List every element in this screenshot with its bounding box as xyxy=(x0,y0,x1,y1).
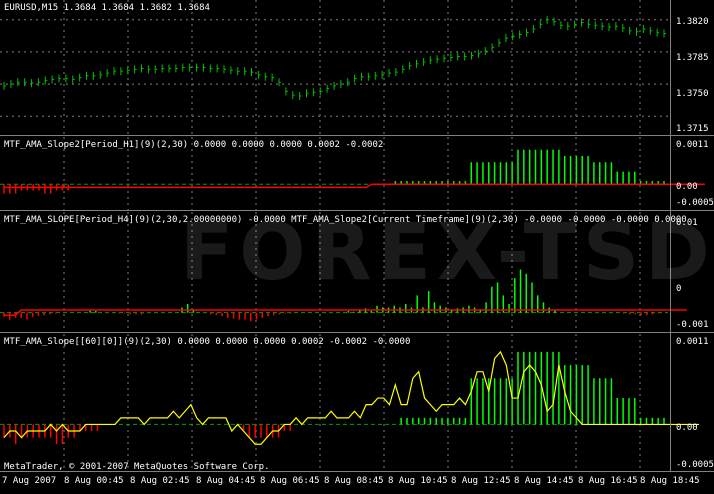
y-tick-label: 0.0011 xyxy=(676,337,709,347)
y-tick-label: 0.01 xyxy=(676,218,698,228)
ind2-plot xyxy=(0,212,687,333)
x-tick-label: 8 Aug 14:45 xyxy=(514,476,574,486)
y-tick-label: 0.00 xyxy=(676,182,698,192)
y-tick-label: 0.00 xyxy=(676,423,698,433)
x-tick-label: 8 Aug 10:45 xyxy=(388,476,448,486)
pane-title: MTF_AMA_Slope2[Period_H1](9)(2,30) 0.000… xyxy=(4,140,384,150)
y-tick-label: -0.0005 xyxy=(676,198,714,208)
x-tick-label: 8 Aug 04:45 xyxy=(196,476,256,486)
pane-title: EURUSD,M15 1.3684 1.3684 1.3682 1.3684 xyxy=(4,3,210,13)
signal-line-red xyxy=(4,183,705,189)
y-tick-label: -0.0005 xyxy=(676,460,714,470)
y-tick-label: -0.001 xyxy=(676,320,709,330)
x-tick-label: 8 Aug 12:45 xyxy=(451,476,511,486)
y-tick-label: 0.0011 xyxy=(676,140,709,150)
y-tick-label: 1.3785 xyxy=(676,53,709,63)
y-tick-label: 1.3715 xyxy=(676,124,709,134)
indicator-pane-1: MTF_AMA_Slope2[Period_H1](9)(2,30) 0.000… xyxy=(0,137,714,211)
axis-separator xyxy=(670,0,671,472)
copyright-text: MetaTrader, © 2001-2007 MetaQuotes Softw… xyxy=(4,462,270,472)
x-tick-label: 8 Aug 02:45 xyxy=(130,476,190,486)
pane-title: MTF_AMA_SLOPE[Period_H4](9)(2,30,2.00000… xyxy=(4,215,687,225)
y-tick-label: 0 xyxy=(676,284,682,294)
ind3-plot xyxy=(0,334,700,472)
x-tick-label: 8 Aug 06:45 xyxy=(260,476,320,486)
y-tick-label: 1.3750 xyxy=(676,89,709,99)
signal-line-yellow xyxy=(3,350,700,445)
x-tick-label: 8 Aug 16:45 xyxy=(578,476,638,486)
x-tick-label: 8 Aug 08:45 xyxy=(324,476,384,486)
pane-title: MTF_AMA_Slope[[60][0]](9)(2,30) 0.0000 0… xyxy=(4,337,411,347)
time-axis: 7 Aug 2007 8 Aug 00:45 8 Aug 02:45 8 Aug… xyxy=(0,472,714,494)
indicator-pane-2: MTF_AMA_SLOPE[Period_H4](9)(2,30,2.00000… xyxy=(0,212,714,333)
price-plot xyxy=(0,0,668,136)
y-tick-label: 1.3820 xyxy=(676,17,709,27)
x-tick-label: 8 Aug 18:45 xyxy=(640,476,700,486)
x-tick-label: 8 Aug 00:45 xyxy=(64,476,124,486)
indicator-pane-3: MTF_AMA_Slope[[60][0]](9)(2,30) 0.0000 0… xyxy=(0,334,714,472)
x-tick-label: 7 Aug 2007 xyxy=(2,476,57,486)
price-pane: EURUSD,M15 1.3684 1.3684 1.3682 1.3684 1… xyxy=(0,0,714,136)
